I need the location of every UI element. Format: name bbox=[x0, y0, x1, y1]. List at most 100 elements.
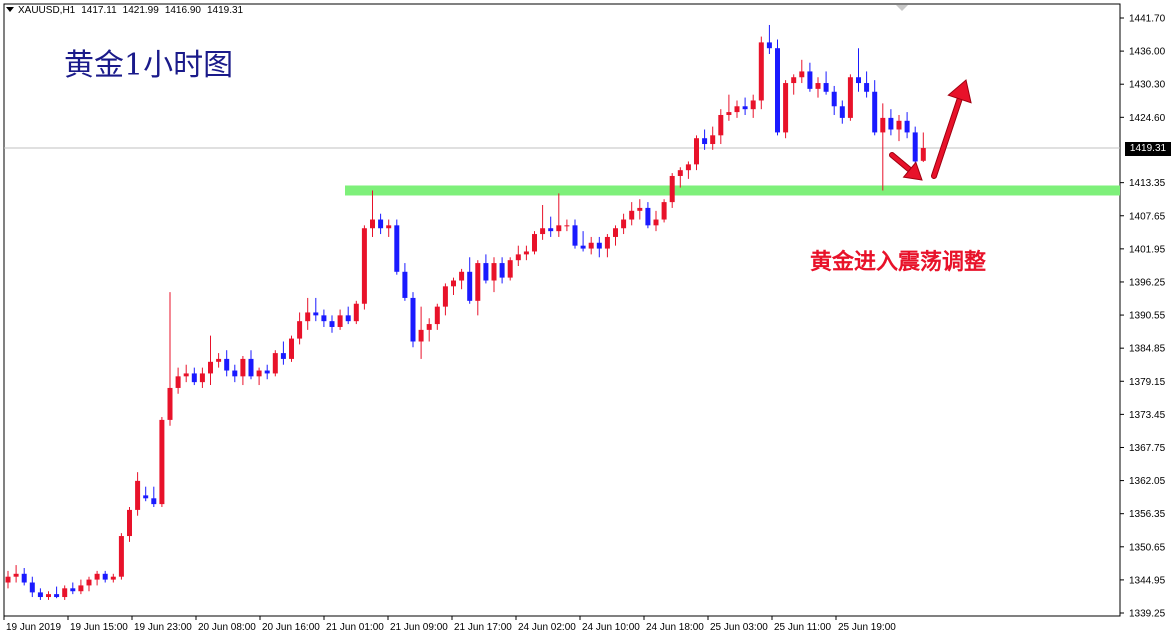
candle-body bbox=[135, 480, 141, 510]
candle-body bbox=[523, 251, 529, 255]
candle-body bbox=[588, 242, 594, 249]
y-tick-label: 1441.70 bbox=[1129, 14, 1166, 25]
candle-body bbox=[742, 106, 748, 110]
y-tick-label: 1356.35 bbox=[1129, 509, 1166, 520]
candle-body bbox=[442, 286, 448, 307]
candle-body bbox=[661, 202, 667, 220]
chart-title: 黄金1小时图 bbox=[64, 48, 234, 83]
candle-body bbox=[94, 573, 100, 580]
candle-body bbox=[702, 138, 708, 145]
candle-body bbox=[62, 588, 68, 598]
candle-body bbox=[321, 315, 327, 322]
candle-body bbox=[118, 536, 124, 577]
candle-body bbox=[548, 228, 554, 232]
candle-body bbox=[78, 585, 84, 592]
candle-body bbox=[540, 228, 546, 235]
candle-body bbox=[54, 594, 60, 598]
y-tick-label: 1339.25 bbox=[1129, 609, 1166, 620]
candle-body bbox=[791, 77, 797, 84]
x-tick-label: 24 Jun 02:00 bbox=[518, 622, 576, 633]
candle-body bbox=[378, 219, 384, 229]
candle-body bbox=[766, 42, 772, 49]
candle-body bbox=[199, 373, 205, 383]
candle-body bbox=[224, 358, 230, 371]
candle-body bbox=[483, 263, 489, 281]
candle-body bbox=[313, 312, 319, 316]
x-tick-label: 19 Jun 23:00 bbox=[134, 622, 192, 633]
candle-body bbox=[402, 271, 408, 298]
chevron-down-icon[interactable] bbox=[6, 7, 14, 12]
x-tick-label: 19 Jun 15:00 bbox=[70, 622, 128, 633]
candle-body bbox=[556, 225, 562, 232]
candle-body bbox=[710, 135, 716, 145]
y-tick-label: 1362.05 bbox=[1129, 476, 1166, 487]
candle-body bbox=[896, 120, 902, 130]
candle-body bbox=[726, 112, 732, 115]
candle-body bbox=[596, 242, 602, 249]
y-tick-label: 1379.15 bbox=[1129, 377, 1166, 388]
candle-body bbox=[13, 573, 19, 577]
candle-body bbox=[280, 353, 286, 359]
open-value: 1417.11 bbox=[81, 5, 117, 16]
x-tick-label: 24 Jun 18:00 bbox=[646, 622, 704, 633]
candle-body bbox=[653, 219, 659, 226]
candle-body bbox=[37, 592, 43, 598]
y-tick-label: 1367.75 bbox=[1129, 443, 1166, 454]
x-tick-label: 25 Jun 11:00 bbox=[774, 622, 832, 633]
candle-body bbox=[272, 353, 278, 374]
scroll-shift-icon[interactable] bbox=[896, 5, 908, 11]
candle-body bbox=[613, 228, 618, 237]
candle-body bbox=[361, 228, 367, 304]
x-tick-label: 20 Jun 08:00 bbox=[198, 622, 256, 633]
candle-body bbox=[872, 91, 878, 133]
candle-body bbox=[807, 71, 813, 89]
y-tick-label: 1350.65 bbox=[1129, 542, 1166, 553]
candle-body bbox=[264, 370, 270, 374]
candle-body bbox=[669, 175, 675, 203]
annotation-label: 黄金进入震荡调整 bbox=[810, 249, 987, 275]
candle-body bbox=[904, 120, 910, 133]
candle-body bbox=[799, 71, 805, 78]
candle-body bbox=[459, 271, 465, 281]
candle-body bbox=[621, 219, 627, 229]
time-axis: 19 Jun 2019 19 Jun 15:00 19 Jun 23:00 20 Ju… bbox=[3, 616, 896, 633]
candle-body bbox=[240, 358, 246, 377]
candle-body bbox=[564, 225, 570, 227]
y-tick-label: 1401.95 bbox=[1129, 244, 1166, 255]
candle-body bbox=[370, 219, 375, 229]
candle-body bbox=[434, 306, 440, 325]
candle-body bbox=[467, 271, 473, 301]
y-tick-label: 1407.65 bbox=[1129, 211, 1166, 222]
x-tick-label: 21 Jun 17:00 bbox=[454, 622, 512, 633]
y-tick-label: 1413.35 bbox=[1129, 178, 1166, 189]
high-value: 1421.99 bbox=[122, 5, 159, 16]
chart-area[interactable]: 1441.70 1436.00 1430.30 1424.60 1413.35 1407.… bbox=[0, 0, 1175, 639]
candle-body bbox=[248, 358, 254, 377]
candle-body bbox=[912, 132, 918, 162]
y-tick-label: 1396.25 bbox=[1129, 277, 1166, 288]
candle-body bbox=[532, 234, 537, 252]
candle-body bbox=[127, 509, 132, 537]
candlestick-chart[interactable]: 1441.70 1436.00 1430.30 1424.60 1413.35 1407.… bbox=[0, 0, 1175, 639]
close-value: 1419.31 bbox=[206, 5, 244, 16]
y-tick-label: 1344.95 bbox=[1129, 575, 1166, 586]
candle-body bbox=[102, 573, 108, 580]
candle-body bbox=[864, 83, 870, 92]
candle-body bbox=[329, 321, 335, 327]
candle-body bbox=[191, 373, 197, 383]
candle-body bbox=[839, 106, 845, 118]
candle-body bbox=[70, 588, 76, 592]
x-tick-label: 20 Jun 16:00 bbox=[262, 622, 320, 633]
candle-body bbox=[175, 376, 181, 388]
candle-body bbox=[847, 77, 853, 118]
y-tick-label: 1436.00 bbox=[1129, 47, 1166, 58]
candle-body bbox=[734, 106, 740, 113]
candle-body bbox=[86, 579, 92, 586]
candle-body bbox=[475, 263, 481, 301]
support-band bbox=[345, 185, 1120, 196]
candle-body bbox=[232, 370, 238, 377]
candle-body bbox=[451, 280, 456, 287]
candle-body bbox=[46, 594, 51, 598]
candle-body bbox=[29, 582, 35, 593]
candle-body bbox=[216, 358, 222, 362]
